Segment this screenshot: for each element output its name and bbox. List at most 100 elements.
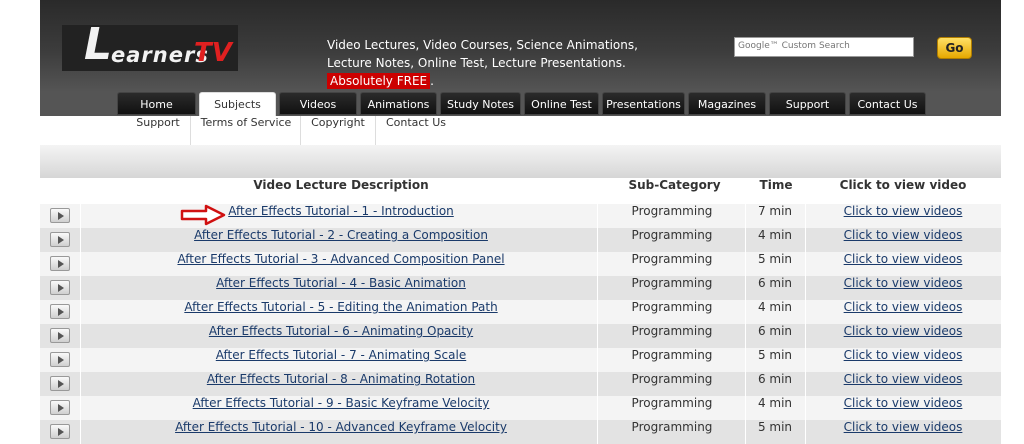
- view-video-link[interactable]: Click to view videos: [844, 420, 963, 434]
- tab-animations[interactable]: Animations: [360, 92, 437, 115]
- table-row: After Effects Tutorial - 6 - Animating O…: [40, 324, 1001, 348]
- description-cell: After Effects Tutorial - 8 - Animating R…: [80, 372, 602, 396]
- description-cell: After Effects Tutorial - 5 - Editing the…: [80, 300, 602, 324]
- view-video-link[interactable]: Click to view videos: [844, 372, 963, 386]
- video-title-link[interactable]: After Effects Tutorial - 10 - Advanced K…: [175, 420, 507, 434]
- time-cell: 6 min: [757, 324, 793, 338]
- tab-home[interactable]: Home: [117, 92, 196, 115]
- play-icon[interactable]: [50, 304, 70, 319]
- video-title-link[interactable]: After Effects Tutorial - 2 - Creating a …: [194, 228, 488, 242]
- view-video-link[interactable]: Click to view videos: [844, 300, 963, 314]
- view-cell: Click to view videos: [805, 420, 1001, 444]
- play-icon[interactable]: [50, 208, 70, 223]
- play-icon[interactable]: [50, 400, 70, 415]
- description-cell: After Effects Tutorial - 4 - Basic Anima…: [80, 276, 602, 300]
- category-cell: Programming: [631, 396, 713, 410]
- tab-magazines[interactable]: Magazines: [688, 92, 766, 115]
- tagline-text: Video Lectures, Video Courses, Science A…: [327, 38, 638, 70]
- tab-videos[interactable]: Videos: [279, 92, 357, 115]
- description-cell: After Effects Tutorial - 2 - Creating a …: [80, 228, 602, 252]
- sub-nav: Support Terms of Service Copyright Conta…: [40, 116, 1001, 145]
- table-row: After Effects Tutorial - 8 - Animating R…: [40, 372, 1001, 396]
- tab-subjects[interactable]: Subjects: [199, 92, 276, 116]
- category-cell: Programming: [631, 348, 713, 362]
- table-header: Video Lecture Description Sub-Category T…: [40, 178, 1001, 204]
- tagline-end: .: [430, 74, 434, 88]
- time-cell: 4 min: [757, 396, 793, 410]
- tab-presentations[interactable]: Presentations: [602, 92, 685, 115]
- time-cell: 4 min: [757, 300, 793, 314]
- view-video-link[interactable]: Click to view videos: [844, 228, 963, 242]
- video-title-link[interactable]: After Effects Tutorial - 9 - Basic Keyfr…: [193, 396, 490, 410]
- video-title-link[interactable]: After Effects Tutorial - 3 - Advanced Co…: [177, 252, 504, 266]
- header-sub-category: Sub-Category: [628, 178, 721, 192]
- view-video-link[interactable]: Click to view videos: [844, 204, 963, 218]
- play-icon[interactable]: [50, 232, 70, 247]
- search-input[interactable]: [735, 38, 913, 54]
- play-icon[interactable]: [50, 376, 70, 391]
- table-row: After Effects Tutorial - 9 - Basic Keyfr…: [40, 396, 1001, 420]
- site-header: L earners TV Video Lectures, Video Cours…: [40, 0, 1001, 92]
- view-cell: Click to view videos: [805, 300, 1001, 324]
- video-title-link[interactable]: After Effects Tutorial - 4 - Basic Anima…: [216, 276, 466, 290]
- view-video-link[interactable]: Click to view videos: [844, 324, 963, 338]
- tab-contact-us[interactable]: Contact Us: [849, 92, 926, 115]
- tab-online-test[interactable]: Online Test: [524, 92, 599, 115]
- view-cell: Click to view videos: [805, 276, 1001, 300]
- subnav-divider: [300, 116, 301, 145]
- subnav-divider: [190, 116, 191, 145]
- tab-study-notes[interactable]: Study Notes: [440, 92, 521, 115]
- play-icon[interactable]: [50, 352, 70, 367]
- category-cell: Programming: [631, 372, 713, 386]
- view-cell: Click to view videos: [805, 396, 1001, 420]
- site-tagline: Video Lectures, Video Courses, Science A…: [327, 36, 667, 90]
- subnav-support[interactable]: Support: [128, 116, 188, 145]
- go-button[interactable]: Go: [937, 37, 972, 59]
- time-cell: 4 min: [757, 228, 793, 242]
- subnav-contact-us[interactable]: Contact Us: [381, 116, 451, 145]
- view-video-link[interactable]: Click to view videos: [844, 276, 963, 290]
- view-video-link[interactable]: Click to view videos: [844, 348, 963, 362]
- video-title-link[interactable]: After Effects Tutorial - 1 - Introductio…: [228, 204, 454, 218]
- logo-letter: L: [84, 19, 113, 70]
- table-row: After Effects Tutorial - 2 - Creating a …: [40, 228, 1001, 252]
- time-cell: 5 min: [757, 348, 793, 362]
- play-icon[interactable]: [50, 424, 70, 439]
- video-title-link[interactable]: After Effects Tutorial - 6 - Animating O…: [209, 324, 473, 338]
- view-video-link[interactable]: Click to view videos: [844, 252, 963, 266]
- view-video-link[interactable]: Click to view videos: [844, 396, 963, 410]
- video-title-link[interactable]: After Effects Tutorial - 7 - Animating S…: [216, 348, 466, 362]
- time-cell: 7 min: [757, 204, 793, 218]
- description-cell: After Effects Tutorial - 7 - Animating S…: [80, 348, 602, 372]
- play-icon[interactable]: [50, 328, 70, 343]
- view-cell: Click to view videos: [805, 228, 1001, 252]
- header-time: Time: [759, 178, 793, 192]
- site-logo[interactable]: L earners TV: [62, 19, 238, 71]
- category-cell: Programming: [631, 420, 713, 434]
- category-cell: Programming: [631, 228, 713, 242]
- description-cell: After Effects Tutorial - 10 - Advanced K…: [80, 420, 602, 444]
- video-title-link[interactable]: After Effects Tutorial - 8 - Animating R…: [207, 372, 475, 386]
- description-cell: After Effects Tutorial - 1 - Introductio…: [80, 204, 602, 228]
- description-cell: After Effects Tutorial - 9 - Basic Keyfr…: [80, 396, 602, 420]
- tab-support[interactable]: Support: [769, 92, 846, 115]
- category-cell: Programming: [631, 324, 713, 338]
- category-cell: Programming: [631, 300, 713, 314]
- view-cell: Click to view videos: [805, 348, 1001, 372]
- subnav-copyright[interactable]: Copyright: [306, 116, 370, 145]
- play-icon[interactable]: [50, 280, 70, 295]
- category-cell: Programming: [631, 204, 713, 218]
- subnav-terms[interactable]: Terms of Service: [196, 116, 296, 145]
- table-row: After Effects Tutorial - 3 - Advanced Co…: [40, 252, 1001, 276]
- subnav-divider: [375, 116, 376, 145]
- page-frame: L earners TV Video Lectures, Video Cours…: [40, 0, 1001, 444]
- free-badge: Absolutely FREE: [327, 73, 431, 89]
- view-cell: Click to view videos: [805, 372, 1001, 396]
- video-title-link[interactable]: After Effects Tutorial - 5 - Editing the…: [184, 300, 497, 314]
- search-box: [734, 37, 914, 57]
- description-cell: After Effects Tutorial - 3 - Advanced Co…: [80, 252, 602, 276]
- category-cell: Programming: [631, 276, 713, 290]
- content-band: [40, 145, 1001, 178]
- play-icon[interactable]: [50, 256, 70, 271]
- view-cell: Click to view videos: [805, 204, 1001, 228]
